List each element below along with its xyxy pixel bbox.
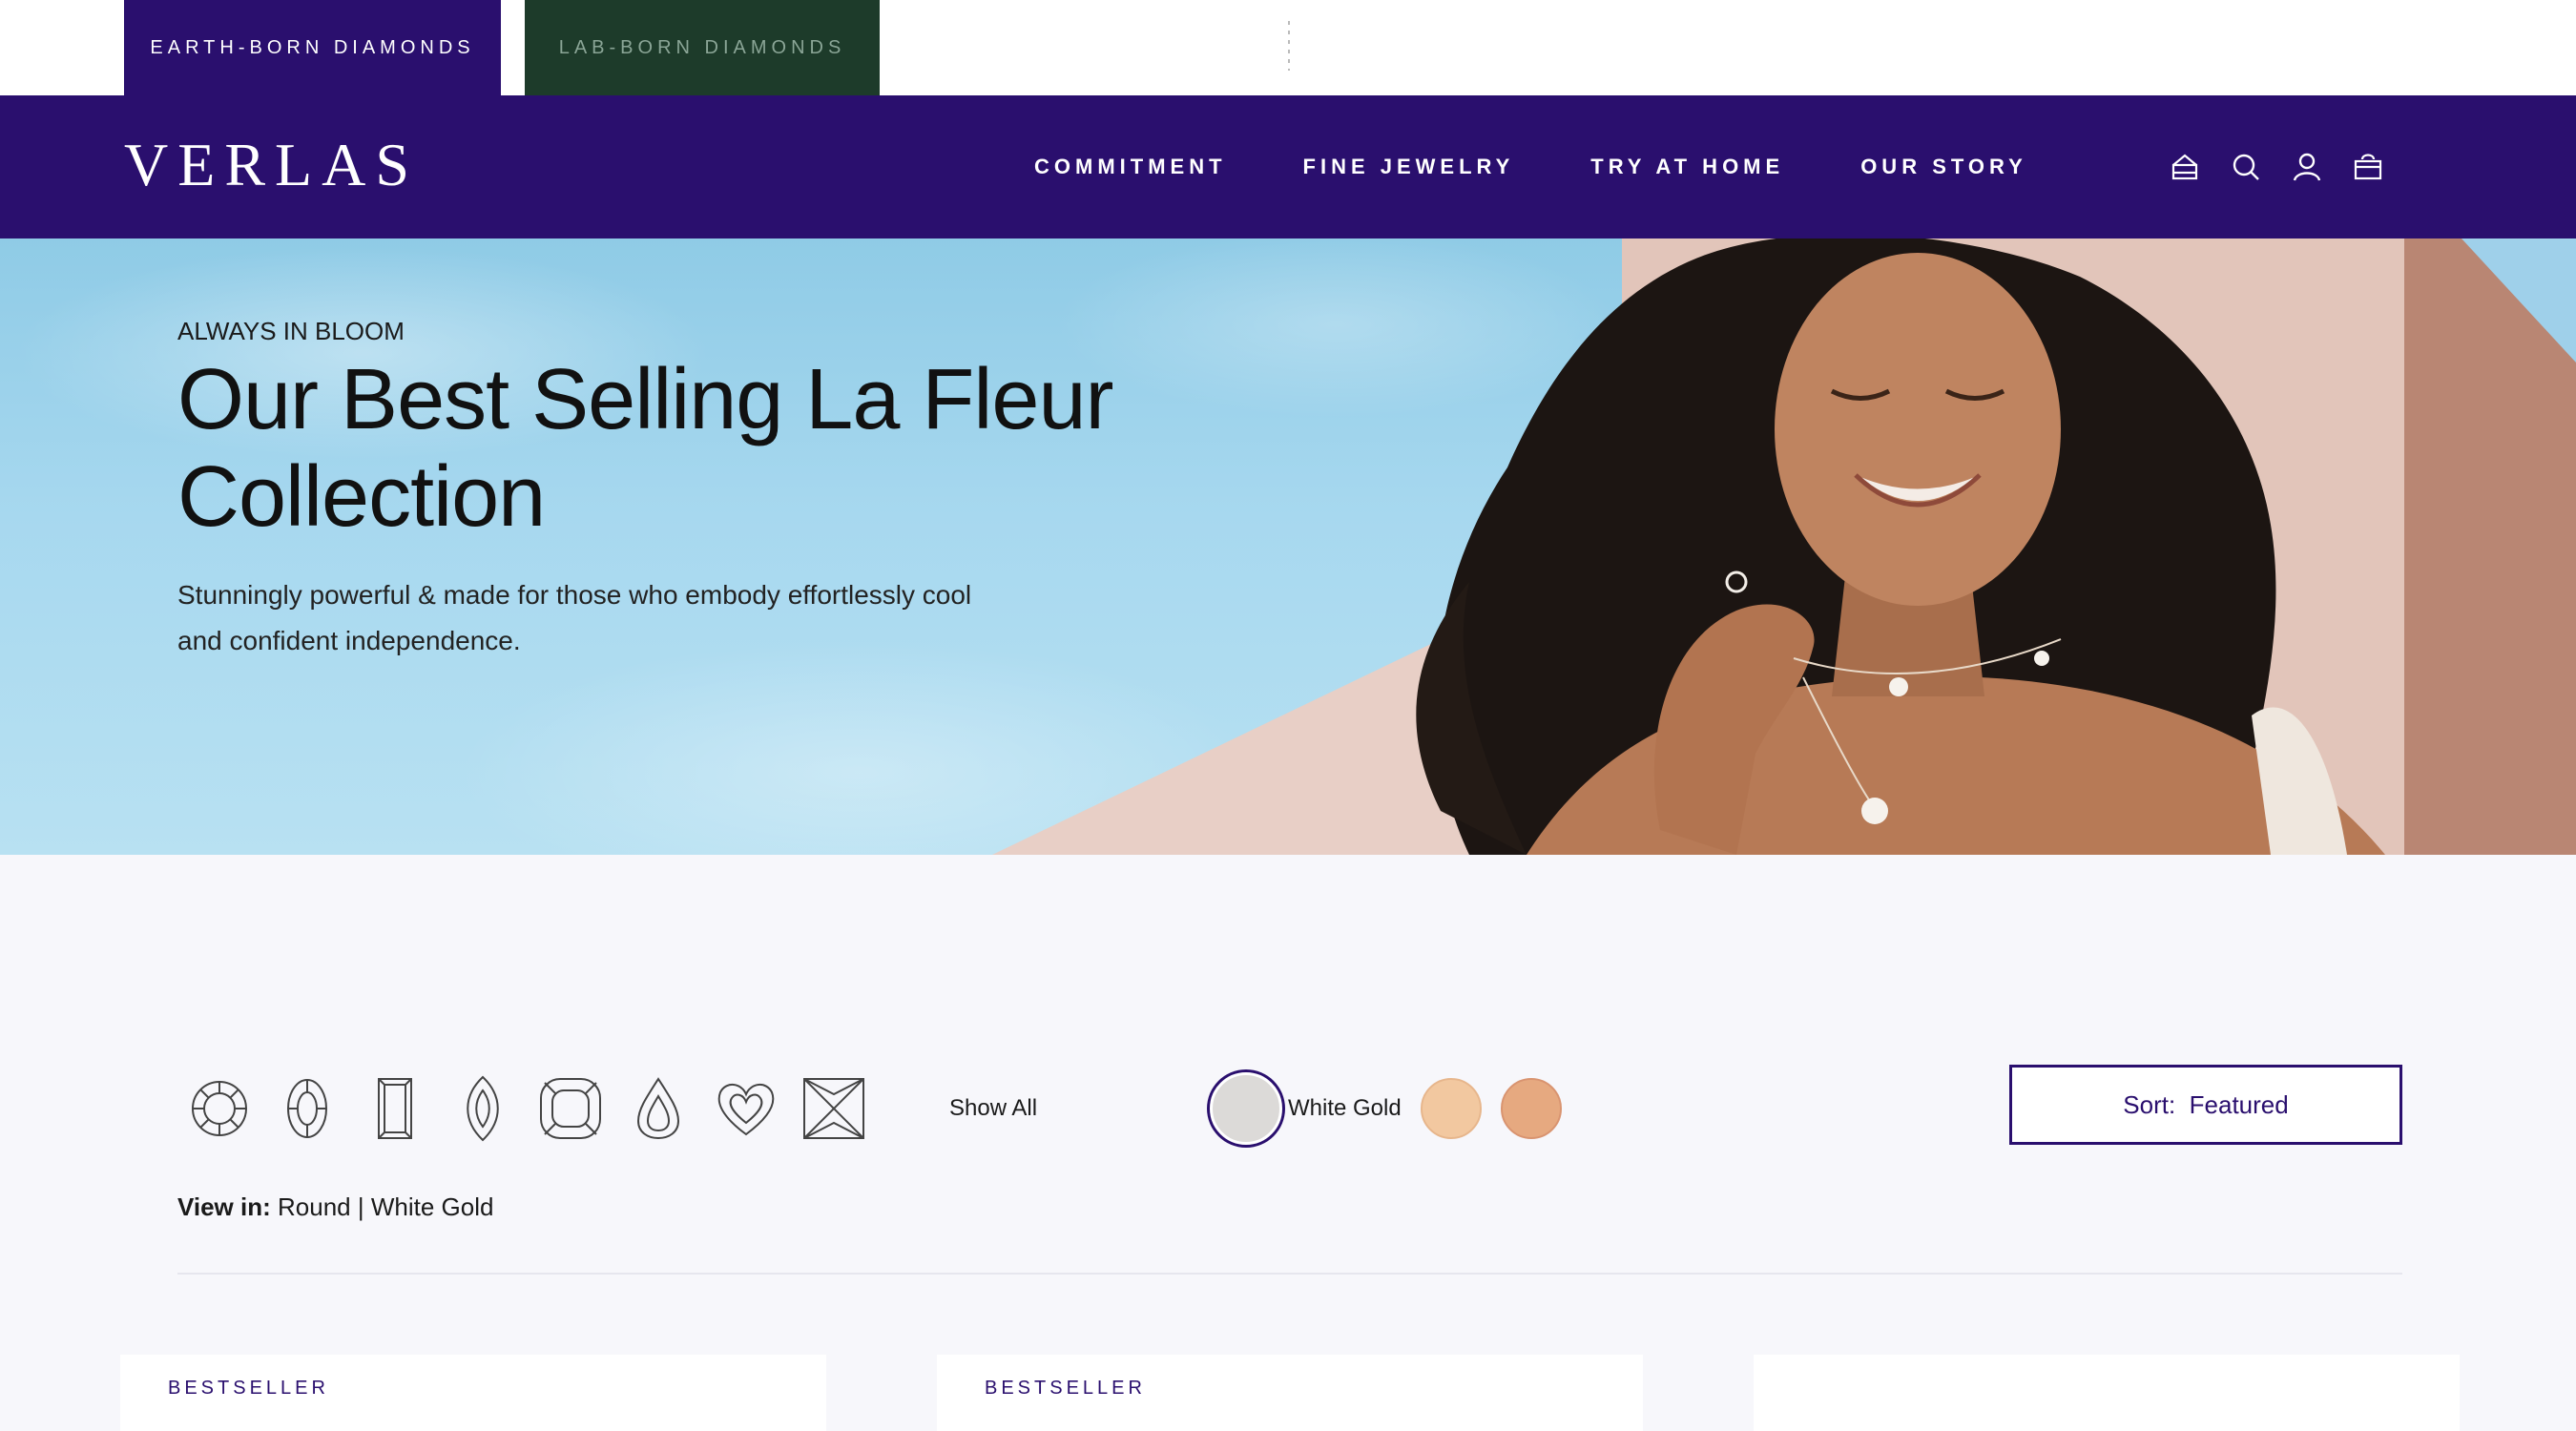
bestseller-badge: BESTSELLER bbox=[168, 1378, 329, 1399]
sort-dropdown[interactable]: Sort: Featured bbox=[2009, 1065, 2402, 1145]
nav-link-fine-jewelry[interactable]: FINE JEWELRY bbox=[1303, 155, 1515, 179]
nav-link-try-at-home[interactable]: TRY AT HOME bbox=[1590, 155, 1784, 179]
round-shape-icon[interactable] bbox=[181, 1070, 258, 1147]
model-photo bbox=[1416, 238, 2385, 855]
emerald-shape-icon[interactable] bbox=[357, 1070, 433, 1147]
nav-icons bbox=[2166, 143, 2410, 191]
nav-link-our-story[interactable]: OUR STORY bbox=[1860, 155, 2027, 179]
metal-swatch-rose-gold[interactable] bbox=[1500, 1078, 1562, 1139]
tab-earth-born-diamonds[interactable]: EARTH-BORN DIAMONDS bbox=[124, 0, 501, 95]
selected-metal-label: White Gold bbox=[1288, 1095, 1402, 1121]
search-icon[interactable] bbox=[2227, 143, 2265, 191]
divider bbox=[1288, 21, 1290, 71]
shape-filter bbox=[181, 1070, 883, 1147]
pear-shape-icon[interactable] bbox=[620, 1070, 696, 1147]
view-in-label: View in: bbox=[177, 1192, 271, 1221]
marquise-shape-icon[interactable] bbox=[445, 1070, 521, 1147]
hero-title: Our Best Selling La Fleur Collection bbox=[177, 351, 1132, 546]
metal-swatch-white-gold[interactable] bbox=[1210, 1072, 1282, 1145]
hero-eyebrow: ALWAYS IN BLOOM bbox=[177, 317, 405, 345]
metal-swatch-yellow-gold[interactable] bbox=[1420, 1078, 1482, 1139]
product-card[interactable]: BESTSELLER bbox=[120, 1355, 826, 1431]
cushion-shape-icon[interactable] bbox=[532, 1070, 609, 1147]
diamond-type-bar: EARTH-BORN DIAMONDS LAB-BORN DIAMONDS bbox=[0, 0, 2576, 95]
hero-subtitle: Stunningly powerful & made for those who… bbox=[177, 572, 1132, 664]
hero-title-line-1: Our Best Selling La Fleur bbox=[177, 352, 1113, 447]
brand-logo[interactable]: VERLAS bbox=[124, 132, 419, 198]
product-card[interactable]: BESTSELLER bbox=[937, 1355, 1643, 1431]
bestseller-badge: BESTSELLER bbox=[985, 1378, 1146, 1399]
tab-lab-born-diamonds[interactable]: LAB-BORN DIAMONDS bbox=[525, 0, 880, 95]
account-icon[interactable] bbox=[2288, 143, 2326, 191]
bag-icon[interactable] bbox=[2349, 143, 2387, 191]
sort-label: Sort: bbox=[2123, 1089, 2176, 1119]
metal-filter: White Gold bbox=[1210, 1072, 1581, 1145]
nav-link-commitment[interactable]: COMMITMENT bbox=[1034, 155, 1227, 179]
store-icon[interactable] bbox=[2166, 143, 2204, 191]
section-divider bbox=[177, 1273, 2402, 1275]
hero-banner: ALWAYS IN BLOOM Our Best Selling La Fleu… bbox=[0, 238, 2576, 855]
show-all-shapes-link[interactable]: Show All bbox=[949, 1095, 1037, 1122]
oval-shape-icon[interactable] bbox=[269, 1070, 345, 1147]
main-navigation: VERLAS COMMITMENT FINE JEWELRY TRY AT HO… bbox=[0, 95, 2576, 238]
product-card[interactable] bbox=[1754, 1355, 2460, 1431]
product-filters: Show All White Gold Sort: Featured View … bbox=[0, 1030, 2576, 1221]
hero-title-line-2: Collection bbox=[177, 449, 546, 545]
princess-shape-icon[interactable] bbox=[796, 1070, 872, 1147]
view-in-summary: View in: Round | White Gold bbox=[177, 1192, 493, 1222]
view-in-value: Round | White Gold bbox=[278, 1192, 494, 1221]
nav-links: COMMITMENT FINE JEWELRY TRY AT HOME OUR … bbox=[1034, 95, 2104, 238]
hero-subtitle-line-2: and confident independence. bbox=[177, 626, 521, 655]
hero-subtitle-line-1: Stunningly powerful & made for those who… bbox=[177, 580, 972, 610]
sort-value: Featured bbox=[2189, 1089, 2289, 1119]
heart-shape-icon[interactable] bbox=[708, 1070, 784, 1147]
